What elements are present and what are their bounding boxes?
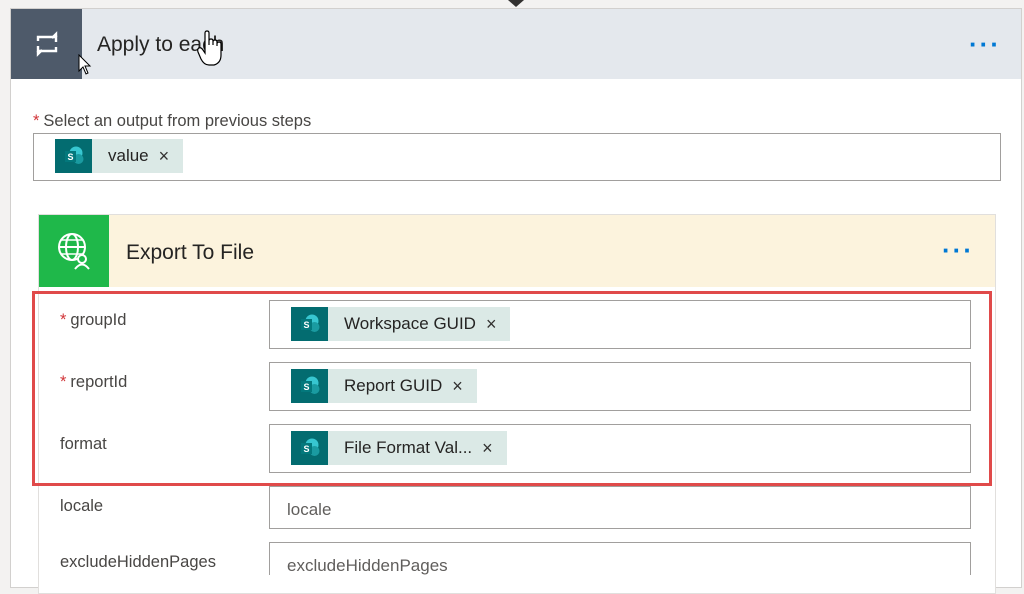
connector-arrow <box>508 0 524 7</box>
svg-text:S: S <box>67 152 73 162</box>
excludehiddenpages-placeholder: excludeHiddenPages <box>287 556 448 575</box>
more-options-button[interactable]: ··· <box>942 237 974 263</box>
more-options-button[interactable]: ··· <box>969 31 1001 57</box>
select-output-label: * Select an output from previous steps <box>33 112 312 130</box>
select-output-input[interactable]: S value × <box>33 133 1001 181</box>
power-bi-icon <box>39 215 109 287</box>
export-to-file-title[interactable]: Export To File <box>126 241 254 265</box>
apply-to-each-header[interactable]: Apply to each ··· <box>11 9 1021 79</box>
excludehiddenpages-label: excludeHiddenPages <box>60 553 216 571</box>
sharepoint-icon: S <box>55 139 92 173</box>
locale-label: locale <box>60 497 104 515</box>
value-token[interactable]: S value × <box>55 139 184 173</box>
loop-icon <box>11 9 82 79</box>
locale-input[interactable]: locale <box>269 486 971 529</box>
token-label: value <box>108 146 149 165</box>
hand-cursor-icon <box>197 30 222 66</box>
export-to-file-header[interactable]: Export To File ··· <box>39 215 995 287</box>
locale-placeholder: locale <box>287 500 332 519</box>
excludehiddenpages-input[interactable]: excludeHiddenPages <box>269 542 971 575</box>
arrow-cursor-icon <box>78 54 92 75</box>
remove-token-icon[interactable]: × <box>159 146 170 167</box>
highlight-box <box>32 291 992 486</box>
